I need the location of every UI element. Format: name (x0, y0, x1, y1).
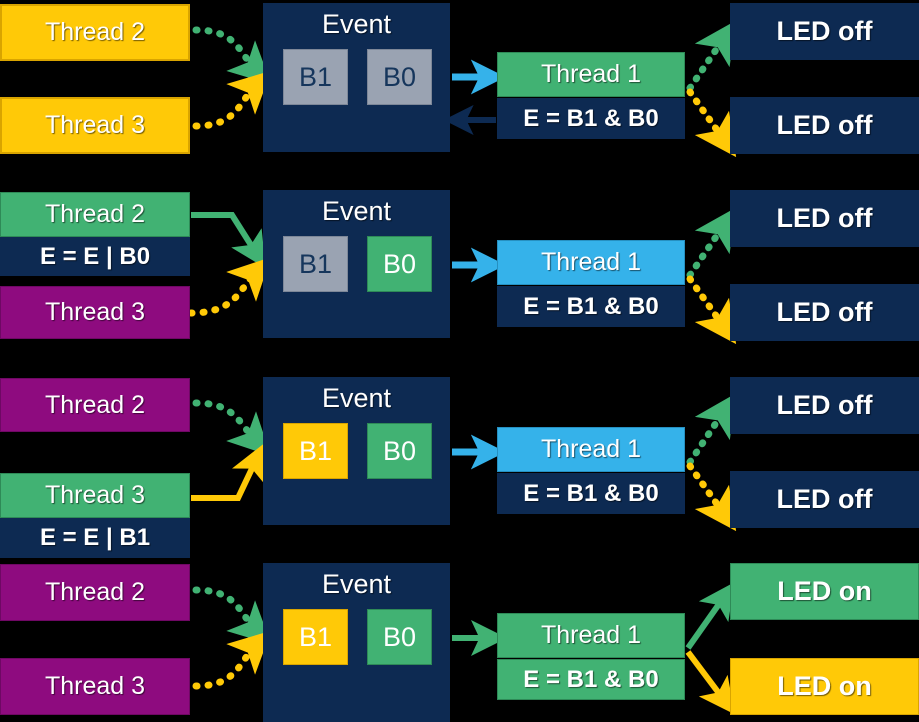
row-1-bit-b0[interactable]: B0 (367, 49, 432, 105)
expr-label: E = B1 & B0 (523, 292, 659, 320)
thread-label: Thread 3 (44, 298, 146, 326)
row-2-thread-3-box[interactable]: Thread 3 (0, 286, 190, 339)
row-3-thread-3-expr: E = E | B1 (0, 518, 190, 558)
thread-label: Thread 1 (540, 621, 642, 649)
expr-label: E = B1 & B0 (523, 665, 659, 693)
event-title: Event (321, 9, 392, 39)
row-4-led-bottom: LED on (730, 658, 919, 715)
thread-label: Thread 1 (540, 60, 642, 88)
row-1-led-top: LED off (730, 3, 919, 60)
expr-label: E = E | B1 (39, 524, 151, 551)
row-1-thread-2-box[interactable]: Thread 2 (0, 4, 190, 61)
row-3-thread-1-expr: E = B1 & B0 (497, 473, 685, 514)
row-3-bit-b0[interactable]: B0 (367, 423, 432, 479)
thread-label: Thread 1 (540, 435, 642, 463)
thread-label: Thread 3 (44, 111, 146, 139)
row-3-led-top: LED off (730, 377, 919, 434)
row-2-led-top: LED off (730, 190, 919, 247)
bit-label: B1 (298, 61, 333, 92)
bit-label: B1 (298, 621, 333, 652)
row-4-led-top: LED on (730, 563, 919, 620)
row-2-led-bottom: LED off (730, 284, 919, 341)
row-2-bit-b1[interactable]: B1 (283, 236, 348, 292)
bit-label: B0 (382, 435, 417, 466)
thread-label: Thread 2 (44, 200, 146, 228)
thread-label: Thread 2 (44, 578, 146, 606)
bit-label: B0 (382, 61, 417, 92)
row-4-thread-1-expr: E = B1 & B0 (497, 659, 685, 700)
thread-label: Thread 2 (44, 18, 146, 46)
expr-label: E = B1 & B0 (523, 104, 659, 132)
row-3-bit-b1[interactable]: B1 (283, 423, 348, 479)
diagram-canvas: Thread 2 Thread 3 Event B1 B0 Thread 1 E… (0, 0, 919, 722)
row-4-bit-b0[interactable]: B0 (367, 609, 432, 665)
row-3-thread-2-box[interactable]: Thread 2 (0, 378, 190, 432)
bit-label: B1 (298, 435, 333, 466)
row-1-thread-1-expr: E = B1 & B0 (497, 98, 685, 139)
event-title: Event (321, 569, 392, 599)
row-2-thread-2-expr: E = E | B0 (0, 237, 190, 276)
expr-label: E = E | B0 (39, 242, 151, 270)
row-2-thread-1-expr: E = B1 & B0 (497, 286, 685, 327)
row-4-bit-b1[interactable]: B1 (283, 609, 348, 665)
thread-label: Thread 2 (44, 390, 146, 419)
row-2-event-panel: Event B1 B0 (263, 190, 450, 338)
row-2-thread-1-box[interactable]: Thread 1 (497, 240, 685, 285)
row-4-thread-2-box[interactable]: Thread 2 (0, 564, 190, 621)
led-label: LED off (776, 110, 873, 140)
thread-label: Thread 3 (44, 672, 146, 700)
row-4-thread-1-box[interactable]: Thread 1 (497, 613, 685, 658)
expr-label: E = B1 & B0 (523, 479, 659, 507)
event-title: Event (321, 383, 392, 413)
row-3-thread-1-box[interactable]: Thread 1 (497, 427, 685, 472)
bit-label: B1 (298, 248, 333, 279)
thread-label: Thread 3 (44, 481, 146, 509)
row-1-event-panel: Event B1 B0 (263, 3, 450, 152)
bit-label: B0 (382, 248, 417, 279)
row-3-led-bottom: LED off (730, 471, 919, 528)
row-3-thread-3-box[interactable]: Thread 3 (0, 473, 190, 518)
led-label: LED off (776, 203, 873, 233)
led-label: LED off (776, 16, 873, 46)
row-1-led-bottom: LED off (730, 97, 919, 154)
led-label: LED off (776, 390, 873, 420)
row-2-bit-b0[interactable]: B0 (367, 236, 432, 292)
row-4-event-panel: Event B1 B0 (263, 563, 450, 722)
led-label: LED off (776, 297, 873, 327)
row-3-event-panel: Event B1 B0 (263, 377, 450, 525)
row-1-thread-3-box[interactable]: Thread 3 (0, 97, 190, 154)
row-1-thread-1-box[interactable]: Thread 1 (497, 52, 685, 97)
row-4-thread-3-box[interactable]: Thread 3 (0, 658, 190, 715)
led-label: LED off (776, 484, 873, 514)
thread-label: Thread 1 (540, 248, 642, 276)
led-label: LED on (777, 576, 872, 606)
led-label: LED on (777, 671, 872, 701)
row-1-bit-b1[interactable]: B1 (283, 49, 348, 105)
row-2-thread-2-box[interactable]: Thread 2 (0, 192, 190, 237)
event-title: Event (321, 196, 392, 226)
bit-label: B0 (382, 621, 417, 652)
